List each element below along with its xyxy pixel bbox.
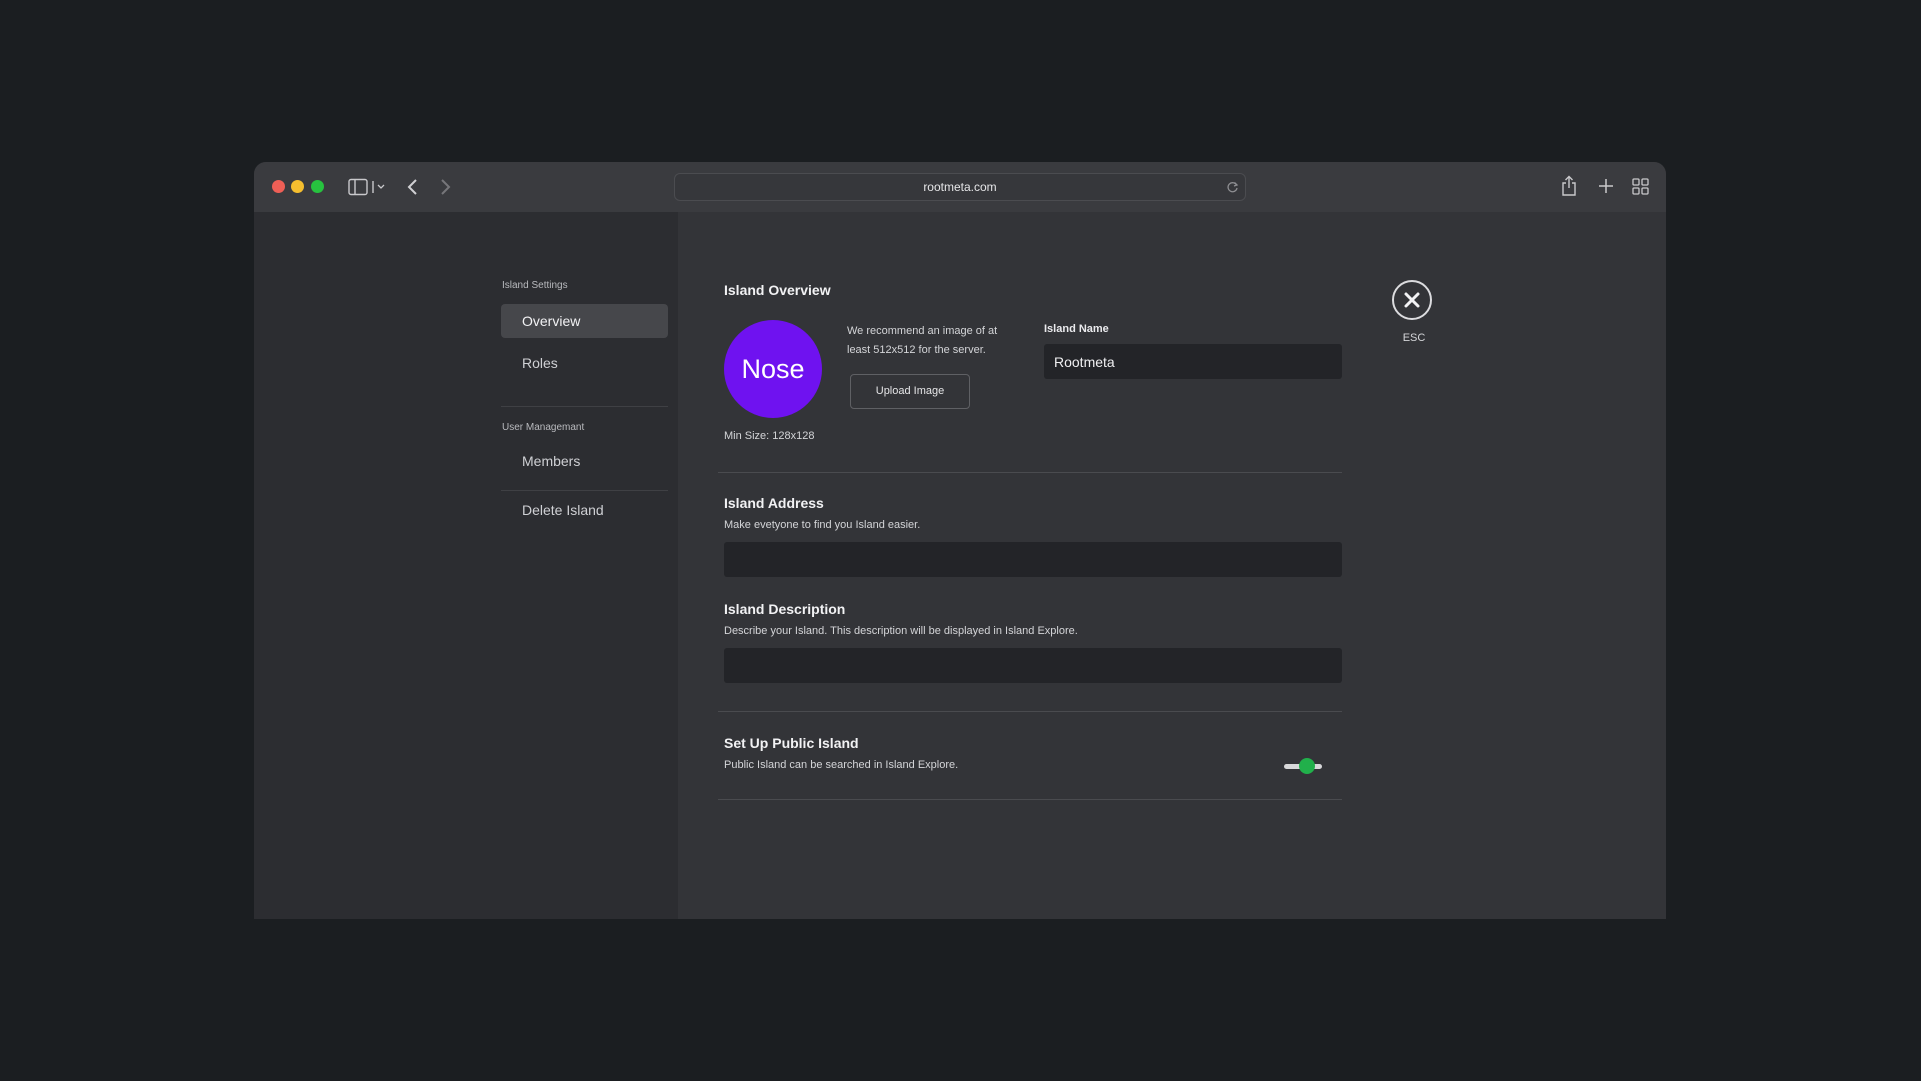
maximize-window-button[interactable] xyxy=(311,180,324,193)
address-bar[interactable]: rootmeta.com xyxy=(674,173,1246,201)
url-text: rootmeta.com xyxy=(923,180,997,194)
island-address-help: Make evetyone to find you Island easier. xyxy=(724,519,921,531)
sidebar-item-roles[interactable]: Roles xyxy=(501,346,668,380)
sidebar-item-members[interactable]: Members xyxy=(501,444,668,478)
island-description-title: Island Description xyxy=(724,601,846,617)
island-name-label: Island Name xyxy=(1044,323,1109,335)
island-description-help: Describe your Island. This description w… xyxy=(724,625,1078,637)
browser-window: rootmeta.com Island Settings Overview Ro… xyxy=(254,162,1666,919)
island-overview-title: Island Overview xyxy=(724,282,831,298)
browser-titlebar: rootmeta.com xyxy=(254,162,1666,212)
section-island-settings: Island Settings xyxy=(502,280,568,291)
section-divider xyxy=(718,472,1342,473)
esc-label: ESC xyxy=(1402,332,1426,344)
island-address-input[interactable] xyxy=(724,542,1342,577)
public-island-help: Public Island can be searched in Island … xyxy=(724,759,959,771)
close-window-button[interactable] xyxy=(272,180,285,193)
public-island-toggle[interactable] xyxy=(1284,757,1322,775)
sidebar-item-overview[interactable]: Overview xyxy=(501,304,668,338)
island-avatar[interactable]: Nose xyxy=(724,320,822,418)
min-size-text: Min Size: 128x128 xyxy=(724,430,815,442)
reload-icon[interactable] xyxy=(1226,181,1239,194)
upload-image-button[interactable]: Upload Image xyxy=(850,374,970,409)
section-divider xyxy=(718,799,1342,800)
island-description-input[interactable] xyxy=(724,648,1342,683)
share-icon[interactable] xyxy=(1560,175,1578,197)
close-icon xyxy=(1404,292,1420,308)
new-tab-icon[interactable] xyxy=(1597,177,1615,195)
close-settings-button[interactable] xyxy=(1392,280,1432,320)
back-arrow-icon[interactable] xyxy=(406,176,420,198)
sidebar-item-delete-island[interactable]: Delete Island xyxy=(501,493,668,527)
sidebar-divider xyxy=(501,406,668,407)
toggle-knob xyxy=(1299,758,1315,774)
forward-arrow-icon[interactable] xyxy=(438,176,452,198)
settings-content: Island Overview Nose We recommend an ima… xyxy=(678,212,1666,919)
tab-overview-icon[interactable] xyxy=(1632,178,1649,195)
settings-sidebar: Island Settings Overview Roles User Mana… xyxy=(254,212,678,919)
public-island-title: Set Up Public Island xyxy=(724,735,859,751)
island-name-input[interactable] xyxy=(1044,344,1342,379)
section-user-management: User Managemant xyxy=(502,422,585,433)
section-divider xyxy=(718,711,1342,712)
sidebar-divider xyxy=(501,490,668,491)
image-recommendation-text: We recommend an image of at least 512x51… xyxy=(847,325,998,356)
island-address-title: Island Address xyxy=(724,495,824,511)
minimize-window-button[interactable] xyxy=(291,180,304,193)
sidebar-toggle-icon[interactable] xyxy=(348,178,386,196)
